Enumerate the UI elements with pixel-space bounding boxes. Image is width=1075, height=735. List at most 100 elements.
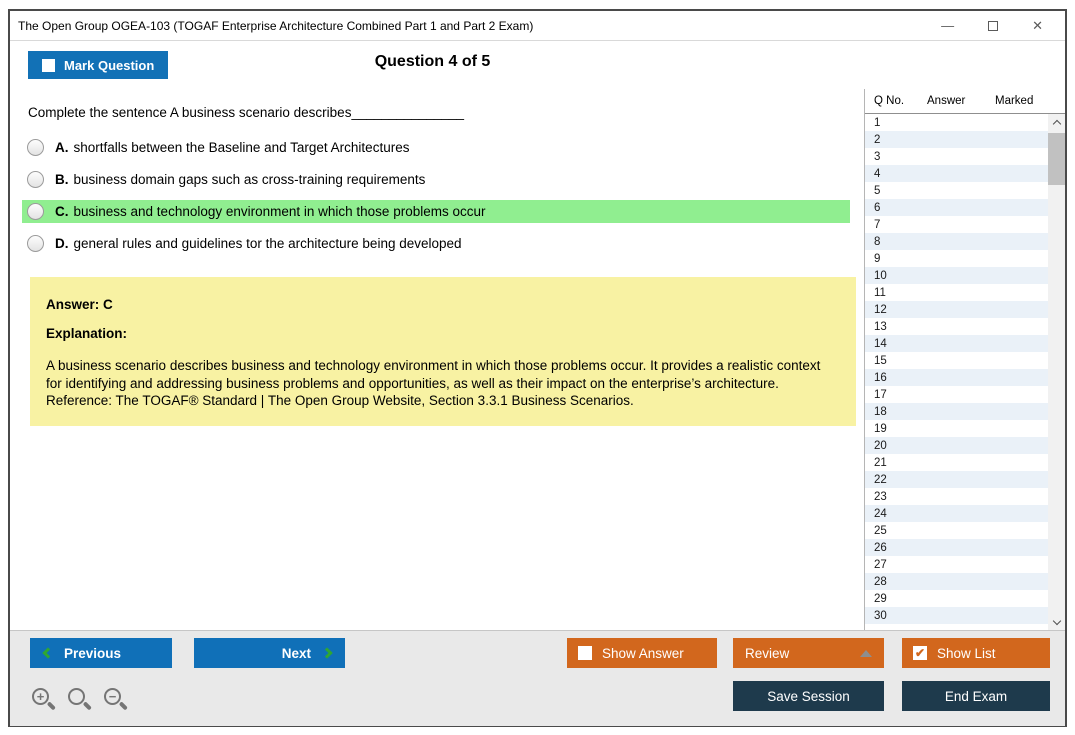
zoom-toolbar: + −	[32, 688, 131, 715]
table-row[interactable]: 5	[865, 182, 1048, 199]
table-row[interactable]: 20	[865, 437, 1048, 454]
row-qno: 22	[865, 474, 927, 486]
next-button[interactable]: Next	[194, 638, 345, 668]
show-list-label: Show List	[937, 646, 996, 661]
exam-header: Mark Question Question 4 of 5	[10, 41, 1065, 89]
table-row[interactable]: 12	[865, 301, 1048, 318]
row-qno: 20	[865, 440, 927, 452]
table-row[interactable]: 22	[865, 471, 1048, 488]
table-row[interactable]: 3	[865, 148, 1048, 165]
row-qno: 3	[865, 151, 927, 163]
minimize-icon[interactable]: —	[941, 19, 954, 32]
answer-label: Answer: C	[46, 297, 840, 312]
table-row[interactable]: 11	[865, 284, 1048, 301]
option-a-radio[interactable]	[27, 139, 44, 156]
show-list-button[interactable]: ✔ Show List	[902, 638, 1050, 668]
row-qno: 4	[865, 168, 927, 180]
close-icon[interactable]: ✕	[1032, 19, 1043, 32]
row-qno: 26	[865, 542, 927, 554]
show-answer-checkbox[interactable]	[578, 646, 592, 660]
row-qno: 2	[865, 134, 927, 146]
footer-toolbar: Previous Next Show Answer Review ✔ Show …	[10, 630, 1065, 726]
option-c-text: business and technology environment in w…	[74, 204, 486, 219]
end-exam-button[interactable]: End Exam	[902, 681, 1050, 711]
table-row[interactable]: 1	[865, 114, 1048, 131]
table-row[interactable]: 19	[865, 420, 1048, 437]
chevron-right-icon	[321, 647, 332, 658]
row-qno: 19	[865, 423, 927, 435]
table-row[interactable]: 26	[865, 539, 1048, 556]
table-row[interactable]: 10	[865, 267, 1048, 284]
table-row[interactable]: 6	[865, 199, 1048, 216]
show-list-checkbox[interactable]: ✔	[913, 646, 927, 660]
table-row[interactable]: 30	[865, 607, 1048, 624]
table-row[interactable]: 27	[865, 556, 1048, 573]
table-row[interactable]: 2	[865, 131, 1048, 148]
row-qno: 16	[865, 372, 927, 384]
zoom-in-icon[interactable]: +	[32, 688, 59, 715]
option-b-text: business domain gaps such as cross-train…	[74, 172, 426, 187]
option-a[interactable]: A. shortfalls between the Baseline and T…	[22, 136, 850, 159]
row-qno: 13	[865, 321, 927, 333]
table-row[interactable]: 15	[865, 352, 1048, 369]
table-row[interactable]: 9	[865, 250, 1048, 267]
list-scrollbar[interactable]	[1048, 114, 1065, 630]
table-row[interactable]: 14	[865, 335, 1048, 352]
option-a-letter: A.	[55, 140, 69, 155]
table-row[interactable]: 13	[865, 318, 1048, 335]
table-row[interactable]: 16	[865, 369, 1048, 386]
zoom-reset-icon[interactable]	[68, 688, 95, 715]
option-b[interactable]: B. business domain gaps such as cross-tr…	[22, 168, 850, 191]
row-qno: 15	[865, 355, 927, 367]
title-bar: The Open Group OGEA-103 (TOGAF Enterpris…	[10, 11, 1065, 41]
option-b-radio[interactable]	[27, 171, 44, 188]
review-button[interactable]: Review	[733, 638, 884, 668]
table-row[interactable]: 28	[865, 573, 1048, 590]
option-c[interactable]: C. business and technology environment i…	[22, 200, 850, 223]
question-rows: 1 2 3 4 5 6 7 8 9 10 11	[865, 114, 1048, 624]
option-d-radio[interactable]	[27, 235, 44, 252]
table-row[interactable]: 21	[865, 454, 1048, 471]
row-qno: 11	[865, 287, 927, 299]
show-answer-button[interactable]: Show Answer	[567, 638, 717, 668]
question-list-body: 1 2 3 4 5 6 7 8 9 10 11	[865, 114, 1065, 630]
row-qno: 5	[865, 185, 927, 197]
review-label: Review	[745, 646, 789, 661]
scroll-up-icon[interactable]	[1048, 114, 1065, 130]
option-d-letter: D.	[55, 236, 69, 251]
question-list-panel: Q No. Answer Marked 1 2 3 4 5 6 7 8	[864, 89, 1065, 630]
question-list-header: Q No. Answer Marked	[865, 89, 1065, 114]
row-qno: 7	[865, 219, 927, 231]
table-row[interactable]: 25	[865, 522, 1048, 539]
table-row[interactable]: 17	[865, 386, 1048, 403]
save-session-button[interactable]: Save Session	[733, 681, 884, 711]
options-list: A. shortfalls between the Baseline and T…	[10, 136, 864, 255]
table-row[interactable]: 24	[865, 505, 1048, 522]
app-window: The Open Group OGEA-103 (TOGAF Enterpris…	[8, 9, 1067, 727]
col-answer: Answer	[927, 95, 995, 107]
scroll-down-icon[interactable]	[1048, 614, 1065, 630]
option-d[interactable]: D. general rules and guidelines tor the …	[22, 232, 850, 255]
table-row[interactable]: 8	[865, 233, 1048, 250]
check-icon: ✔	[915, 647, 925, 659]
table-row[interactable]: 23	[865, 488, 1048, 505]
save-session-label: Save Session	[767, 689, 850, 704]
table-row[interactable]: 7	[865, 216, 1048, 233]
zoom-out-icon[interactable]: −	[104, 688, 131, 715]
previous-label: Previous	[64, 646, 121, 661]
row-qno: 12	[865, 304, 927, 316]
scrollbar-thumb[interactable]	[1048, 133, 1065, 185]
explanation-label: Explanation:	[46, 326, 840, 341]
maximize-icon[interactable]	[988, 21, 998, 31]
question-counter: Question 4 of 5	[10, 53, 855, 71]
table-row[interactable]: 18	[865, 403, 1048, 420]
table-row[interactable]: 29	[865, 590, 1048, 607]
row-qno: 27	[865, 559, 927, 571]
previous-button[interactable]: Previous	[30, 638, 172, 668]
row-qno: 8	[865, 236, 927, 248]
table-row[interactable]: 4	[865, 165, 1048, 182]
window-controls: — ✕	[941, 19, 1065, 32]
show-answer-label: Show Answer	[602, 646, 684, 661]
option-c-radio[interactable]	[27, 203, 44, 220]
row-qno: 9	[865, 253, 927, 265]
